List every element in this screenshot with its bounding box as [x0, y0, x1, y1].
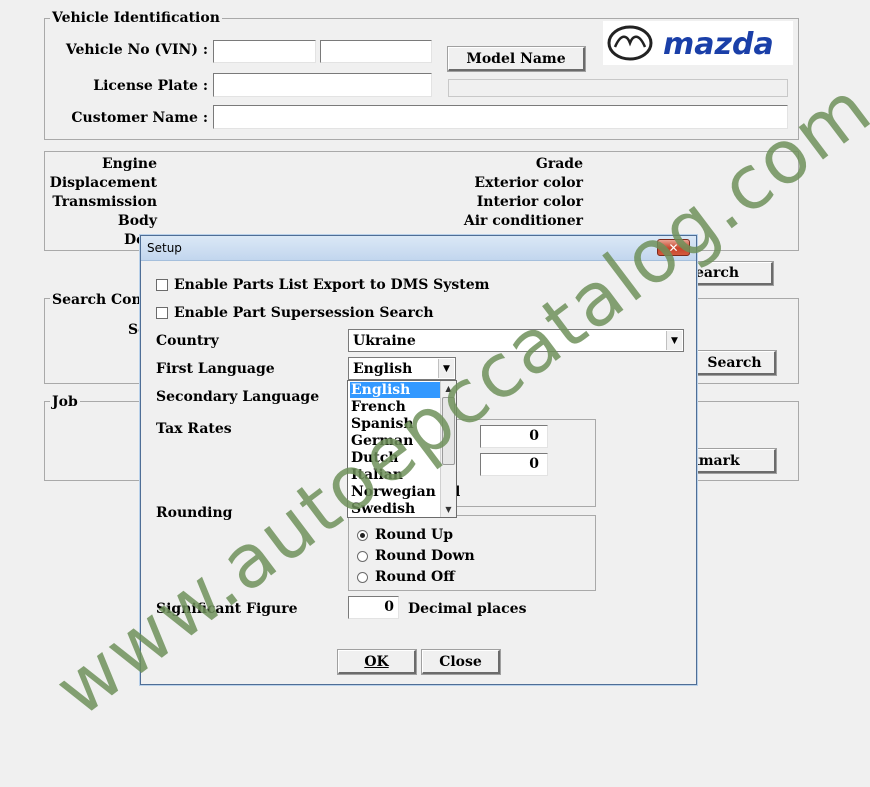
chevron-down-icon[interactable]: ▼ — [666, 331, 682, 350]
enable-supersession-checkbox[interactable] — [156, 307, 168, 319]
mazda-wordmark: mazda — [663, 27, 774, 62]
spec-interior-color: Interior color — [476, 194, 583, 210]
country-label: Country — [156, 333, 219, 349]
tax-rate-2-field[interactable]: 0 — [480, 453, 548, 476]
round-up-radio[interactable] — [357, 530, 368, 541]
language-option[interactable]: Swedish — [350, 501, 442, 517]
close-icon[interactable]: ✕ — [657, 239, 690, 256]
ok-button[interactable]: OK — [337, 649, 417, 675]
search-button[interactable]: Search — [693, 350, 777, 376]
job-title: Job — [50, 394, 80, 410]
spec-displacement: Displacement — [49, 175, 157, 191]
setup-titlebar[interactable]: Setup ✕ — [141, 236, 696, 261]
vin-field-1[interactable] — [213, 40, 316, 63]
round-down-label: Round Down — [375, 548, 475, 564]
vehicle-identification-title: Vehicle Identification — [50, 10, 222, 26]
chevron-down-icon[interactable]: ▼ — [438, 359, 454, 378]
round-off-label: Round Off — [375, 569, 455, 585]
model-name-button[interactable]: Model Name — [447, 46, 586, 72]
tax-rate-1-field[interactable]: 0 — [480, 425, 548, 448]
license-plate-label: License Plate : — [93, 78, 208, 94]
spec-body: Body — [117, 213, 157, 229]
setup-title: Setup — [147, 241, 182, 255]
decimal-places-label: Decimal places — [408, 601, 527, 617]
scroll-down-icon[interactable]: ▼ — [441, 502, 456, 517]
dropdown-scrollbar[interactable]: ▲ ▼ — [440, 381, 456, 517]
mazda-logo: mazda — [603, 21, 793, 65]
language-option[interactable]: Dutch — [350, 450, 442, 466]
scroll-up-icon[interactable]: ▲ — [441, 381, 456, 396]
secondary-language-label: Secondary Language — [156, 389, 320, 405]
language-option[interactable]: German — [350, 433, 442, 449]
round-up-label: Round Up — [375, 527, 453, 543]
language-option[interactable]: Italian — [350, 467, 442, 483]
language-option[interactable]: French — [350, 399, 442, 415]
close-button[interactable]: Close — [421, 649, 501, 675]
spec-engine: Engine — [101, 156, 157, 172]
language-option[interactable]: English — [350, 382, 442, 398]
country-value: Ukraine — [353, 333, 416, 349]
first-language-label: First Language — [156, 361, 275, 377]
vin-field-2[interactable] — [320, 40, 432, 63]
language-option[interactable]: Spanish — [350, 416, 442, 432]
license-plate-field[interactable] — [213, 73, 432, 97]
language-option[interactable]: Norwegian — [350, 484, 442, 500]
spec-exterior-color: Exterior color — [474, 175, 583, 191]
language-dropdown-list: English French Spanish German Dutch Ital… — [347, 380, 457, 518]
round-off-radio[interactable] — [357, 572, 368, 583]
ok-button-label: OK — [364, 653, 389, 670]
significant-figure-field[interactable]: 0 — [348, 596, 399, 619]
scrollbar-thumb[interactable] — [442, 397, 455, 465]
search-button-top-label: earch — [695, 265, 740, 281]
customer-name-field[interactable] — [213, 105, 788, 129]
tax-rates-label: Tax Rates — [156, 421, 232, 437]
first-language-value: English — [353, 361, 413, 377]
rounding-label: Rounding — [156, 505, 233, 521]
model-name-display — [448, 79, 788, 97]
significant-figure-label: Significant Figure — [156, 601, 298, 617]
spec-grade: Grade — [535, 156, 583, 172]
enable-parts-export-label: Enable Parts List Export to DMS System — [174, 277, 490, 293]
customer-name-label: Customer Name : — [71, 110, 208, 126]
enable-parts-export-checkbox[interactable] — [156, 279, 168, 291]
first-language-select[interactable]: English ▼ — [348, 357, 456, 380]
enable-supersession-label: Enable Part Supersession Search — [174, 305, 434, 321]
vin-label: Vehicle No (VIN) : — [65, 42, 208, 58]
spec-transmission: Transmission — [52, 194, 157, 210]
country-select[interactable]: Ukraine ▼ — [348, 329, 684, 352]
round-down-radio[interactable] — [357, 551, 368, 562]
spec-air-conditioner: Air conditioner — [463, 213, 583, 229]
